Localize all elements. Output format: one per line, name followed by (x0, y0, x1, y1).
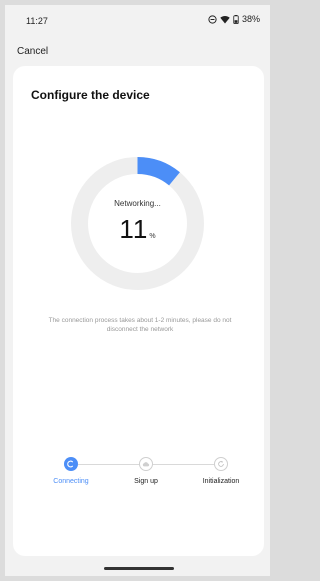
do-not-disturb-icon (208, 14, 217, 24)
cloud-icon (142, 462, 150, 467)
battery-icon (233, 14, 239, 24)
progress-ring: Networking... 11 % (70, 156, 205, 291)
phone-screen: 11:27 38% Cancel Configure the device Ne… (5, 5, 270, 576)
progress-unit: % (149, 232, 156, 240)
connection-hint: The connection process takes about 1-2 m… (48, 317, 232, 333)
wifi-icon (220, 15, 230, 23)
progress-percent: 11 % (119, 214, 155, 245)
progress-value: 11 (119, 213, 149, 244)
refresh-icon (218, 460, 224, 467)
progress-label: Networking... (114, 198, 161, 208)
battery-percent: 38% (241, 14, 260, 24)
status-icons: 38% (208, 14, 260, 24)
step-connector (152, 464, 214, 465)
configure-card: Configure the device Networking... 11 % … (13, 66, 264, 556)
status-time: 11:27 (26, 16, 48, 26)
step-initialization (214, 457, 228, 471)
cancel-button[interactable]: Cancel (17, 46, 48, 57)
link-icon (67, 460, 73, 468)
step-label-sign-up: Sign up (134, 478, 158, 485)
step-label-connecting: Connecting (53, 478, 89, 485)
home-indicator[interactable] (104, 567, 174, 570)
page-title: Configure the device (31, 88, 150, 102)
step-sign-up (139, 457, 153, 471)
step-connector (78, 464, 140, 465)
step-connecting (64, 457, 78, 471)
step-label-initialization: Initialization (202, 478, 240, 485)
status-bar: 11:27 38% (5, 5, 270, 33)
progress-steps: Connecting Sign up Initialization (13, 454, 264, 494)
